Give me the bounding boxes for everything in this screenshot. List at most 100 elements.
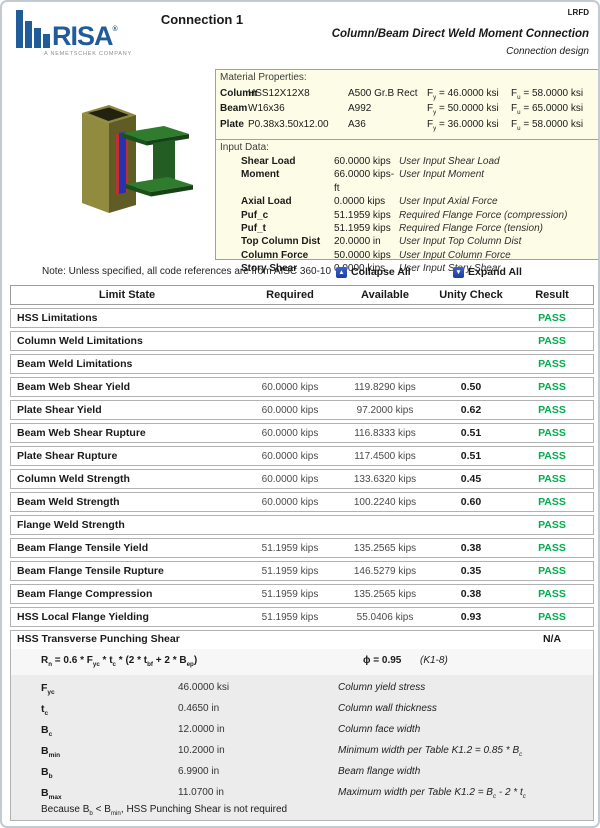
param-symbol: Fyc	[41, 682, 178, 694]
connection-design-subtitle: Connection design	[506, 46, 589, 57]
param-symbol: Bmax	[41, 787, 178, 799]
input-value: 66.0000 kips-ft	[334, 168, 399, 195]
result-badge: PASS	[509, 427, 595, 439]
param-description: Maximum width per Table K1.2 = Bc - 2 * …	[338, 787, 593, 798]
result-badge: PASS	[509, 519, 595, 531]
param-value: 12.0000 in	[178, 724, 338, 735]
material-name: Column	[220, 88, 248, 99]
input-label: Moment	[241, 168, 334, 195]
limit-state-row[interactable]: Beam Flange Tensile Yield51.1959 kips135…	[10, 538, 594, 558]
punching-param-row: Fyc46.0000 ksiColumn yield stress	[11, 677, 593, 698]
material-fu: Fu = 58.0000 ksi	[511, 88, 598, 99]
available-value: 119.8290 kips	[337, 382, 433, 393]
limit-state-name: Flange Weld Strength	[11, 519, 243, 531]
result-badge: PASS	[509, 496, 595, 508]
connection-3d-figure	[42, 72, 212, 262]
material-name: Plate	[220, 119, 248, 130]
input-label: Puf_t	[241, 222, 334, 235]
material-size: W16x36	[248, 103, 348, 114]
column-front-face	[82, 113, 109, 213]
limit-state-row[interactable]: HSS Local Flange Yielding51.1959 kips55.…	[10, 607, 594, 627]
input-description: Required Flange Force (tension)	[399, 222, 598, 235]
input-value: 51.1959 kips	[334, 209, 399, 222]
note-toolbar-row: Note: Unless specified, all code referen…	[2, 264, 598, 282]
material-size: P0.38x3.50x12.00	[248, 119, 348, 130]
limit-state-row[interactable]: Beam Web Shear Yield60.0000 kips119.8290…	[10, 377, 594, 397]
header-limit-state: Limit State	[11, 289, 243, 301]
limit-state-row[interactable]: Beam Weld Strength60.0000 kips100.2240 k…	[10, 492, 594, 512]
limit-state-row[interactable]: Beam Flange Compression51.1959 kips135.2…	[10, 584, 594, 604]
material-fu: Fu = 58.0000 ksi	[511, 119, 598, 130]
limit-state-row[interactable]: Plate Shear Yield60.0000 kips97.2000 kip…	[10, 400, 594, 420]
available-value: 133.6320 kips	[337, 474, 433, 485]
unity-check-value: 0.93	[433, 611, 509, 623]
result-badge: PASS	[509, 312, 595, 324]
limit-state-row[interactable]: Beam Web Shear Rupture60.0000 kips116.83…	[10, 423, 594, 443]
available-value: 100.2240 kips	[337, 497, 433, 508]
unity-check-value: 0.50	[433, 381, 509, 393]
param-description: Column face width	[338, 724, 593, 735]
material-row: PlateP0.38x3.50x12.00A36Fy = 36.0000 ksi…	[216, 119, 598, 130]
limit-state-row[interactable]: Beam Weld LimitationsPASS	[10, 354, 594, 374]
punching-formula-row: Rn = 0.6 * Fyc * tc * (2 * tbf + 2 * Bep…	[11, 649, 593, 675]
limit-state-name: Beam Weld Strength	[11, 496, 243, 508]
param-symbol: tc	[41, 703, 178, 715]
limit-state-row[interactable]: Beam Flange Tensile Rupture51.1959 kips1…	[10, 561, 594, 581]
required-value: 60.0000 kips	[243, 451, 337, 462]
limit-state-row[interactable]: Flange Weld Strength PASS	[10, 515, 594, 535]
expand-all-button[interactable]: ▼ Expand All	[453, 264, 522, 280]
header-unity-check: Unity Check	[433, 289, 509, 301]
param-symbol: Bmin	[41, 745, 178, 757]
limit-state-row[interactable]: HSS LimitationsPASS	[10, 308, 594, 328]
limit-state-name: Beam Web Shear Rupture	[11, 427, 243, 439]
expand-all-label: Expand All	[468, 266, 522, 278]
limit-state-name: HSS Local Flange Yielding	[11, 611, 243, 623]
material-grade: A36	[348, 119, 427, 130]
code-reference-note: Note: Unless specified, all code referen…	[42, 266, 331, 277]
input-data-title: Input Data:	[216, 140, 598, 153]
limit-state-name: Beam Web Shear Yield	[11, 381, 243, 393]
required-value: 51.1959 kips	[243, 566, 337, 577]
report-page: RISA® A NEMETSCHEK COMPANY Connection 1 …	[0, 0, 600, 828]
registered-mark: ®	[113, 26, 117, 33]
material-row: BeamW16x36A992Fy = 50.0000 ksiFu = 65.00…	[216, 103, 598, 114]
header-available: Available	[337, 289, 433, 301]
collapse-all-button[interactable]: ▲ Collapse All	[336, 264, 411, 280]
limit-state-name: Beam Flange Tensile Yield	[11, 542, 243, 554]
input-description: User Input Shear Load	[399, 155, 598, 168]
materials-rows: ColumnHSS12X12X8A500 Gr.B RectFy = 46.00…	[216, 88, 598, 130]
input-value: 50.0000 kips	[334, 249, 399, 262]
param-symbol: Bb	[41, 766, 178, 778]
result-badge: PASS	[509, 335, 595, 347]
unity-check-value: 0.45	[433, 473, 509, 485]
input-label: Shear Load	[241, 155, 334, 168]
material-fy: Fy = 50.0000 ksi	[427, 103, 511, 114]
punching-shear-title-row[interactable]: HSS Transverse Punching Shear N/A	[11, 631, 593, 649]
input-label: Axial Load	[241, 195, 334, 208]
limit-state-name: Beam Weld Limitations	[11, 358, 243, 370]
punching-shear-result: N/A	[509, 633, 595, 645]
required-value: 60.0000 kips	[243, 474, 337, 485]
param-value: 10.2000 in	[178, 745, 338, 756]
result-badge: PASS	[509, 542, 595, 554]
material-fy: Fy = 46.0000 ksi	[427, 88, 511, 99]
input-row: Moment66.0000 kips-ftUser Input Moment	[241, 168, 598, 195]
unity-check-value: 0.38	[433, 542, 509, 554]
punching-shear-title: HSS Transverse Punching Shear	[17, 633, 180, 645]
collapse-all-label: Collapse All	[351, 266, 411, 278]
required-value: 51.1959 kips	[243, 612, 337, 623]
input-label: Column Force	[241, 249, 334, 262]
input-value: 0.0000 kips	[334, 195, 399, 208]
design-method-badge: LRFD	[568, 8, 589, 17]
limit-state-name: Beam Flange Compression	[11, 588, 243, 600]
code-ref: (K1-8)	[420, 655, 448, 666]
limit-state-row[interactable]: Column Weld Strength60.0000 kips133.6320…	[10, 469, 594, 489]
param-symbol: Bc	[41, 724, 178, 736]
material-fu: Fu = 65.0000 ksi	[511, 103, 598, 114]
result-badge: PASS	[509, 565, 595, 577]
param-value: 46.0000 ksi	[178, 682, 338, 693]
limit-state-row[interactable]: Plate Shear Rupture60.0000 kips117.4500 …	[10, 446, 594, 466]
input-row: Column Force50.0000 kipsUser Input Colum…	[241, 249, 598, 262]
page-title: Connection 1	[2, 12, 402, 27]
limit-state-row[interactable]: Column Weld LimitationsPASS	[10, 331, 594, 351]
